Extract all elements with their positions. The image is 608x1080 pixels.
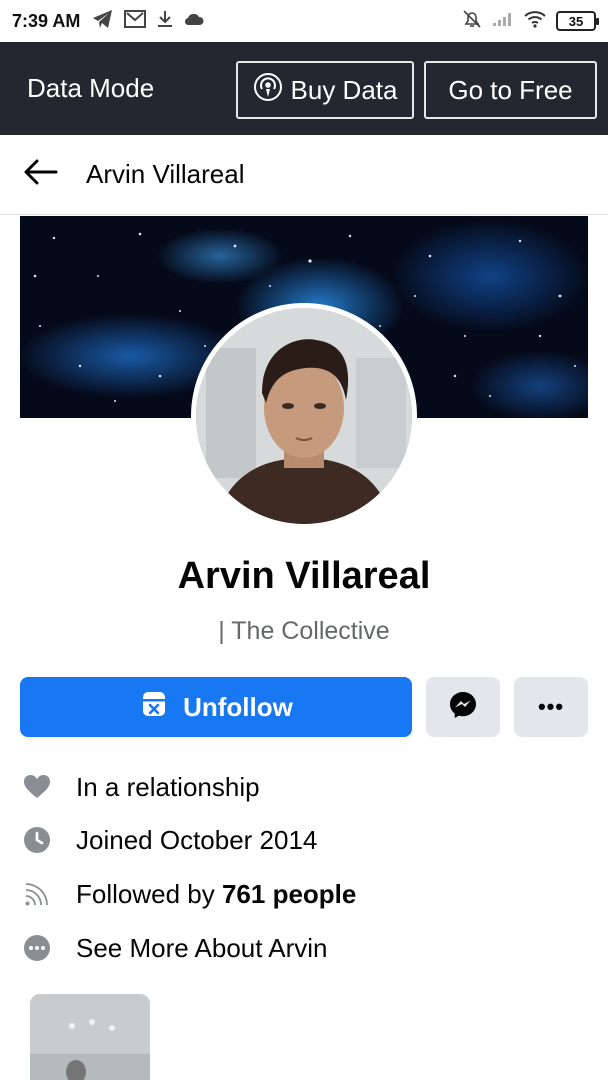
go-to-free-button[interactable]: Go to Free [424, 61, 597, 119]
avatar-photo [196, 308, 412, 524]
buy-data-button[interactable]: Buy Data [236, 61, 414, 119]
unfollow-label: Unfollow [183, 691, 293, 722]
system-icons: 35 [462, 9, 599, 34]
clock-icon [22, 825, 52, 855]
more-icon: ••• [537, 694, 565, 719]
followers-text: Followed by 761 people [76, 879, 356, 910]
buy-data-label: Buy Data [290, 74, 398, 105]
followers-prefix: Followed by [76, 878, 222, 909]
unfollow-icon [139, 689, 169, 726]
gmail-icon [124, 9, 147, 33]
wifi-icon [524, 10, 546, 33]
info-joined: Joined October 2014 [22, 820, 582, 860]
followers-count: 761 people [221, 878, 357, 909]
rss-feed-icon [22, 879, 52, 909]
joined-text: Joined October 2014 [76, 824, 318, 855]
more-dots-circle-icon [22, 933, 52, 963]
featured-photo-thumbnail[interactable] [30, 994, 150, 1080]
info-followers[interactable]: Followed by 761 people [22, 874, 582, 914]
battery-indicator: 35 [556, 11, 599, 31]
info-relationship: In a relationship [22, 767, 582, 807]
profile-subtitle: | The Collective [218, 617, 390, 645]
status-bar: 7:39 AM 35 [0, 0, 608, 42]
page-title: Arvin Villareal [86, 159, 245, 189]
see-more-text: See More About Arvin [76, 932, 328, 963]
page-header: Arvin Villareal [0, 135, 608, 215]
download-icon [156, 10, 174, 33]
more-options-button[interactable]: ••• [514, 677, 588, 737]
broadcast-icon [253, 72, 283, 109]
mute-bell-icon [462, 9, 482, 34]
messenger-button[interactable] [426, 677, 500, 737]
signal-icon [492, 11, 514, 32]
status-time: 7:39 AM [12, 10, 81, 31]
data-mode-label: Data Mode [27, 73, 155, 103]
go-to-free-label: Go to Free [448, 74, 573, 105]
heart-icon [22, 772, 52, 802]
profile-name: Arvin Villareal [177, 555, 431, 597]
info-see-more[interactable]: See More About Arvin [22, 928, 582, 968]
notification-icons [92, 9, 204, 34]
cloud-icon [184, 11, 204, 32]
profile-avatar[interactable] [191, 303, 417, 529]
telegram-icon [92, 9, 114, 34]
messenger-icon [448, 690, 478, 725]
unfollow-button[interactable]: Unfollow [20, 677, 412, 737]
battery-level: 35 [568, 13, 584, 29]
back-arrow-icon[interactable] [24, 159, 58, 190]
data-mode-bar: Data Mode Buy Data Go to Free [0, 42, 608, 135]
relationship-text: In a relationship [76, 771, 260, 802]
